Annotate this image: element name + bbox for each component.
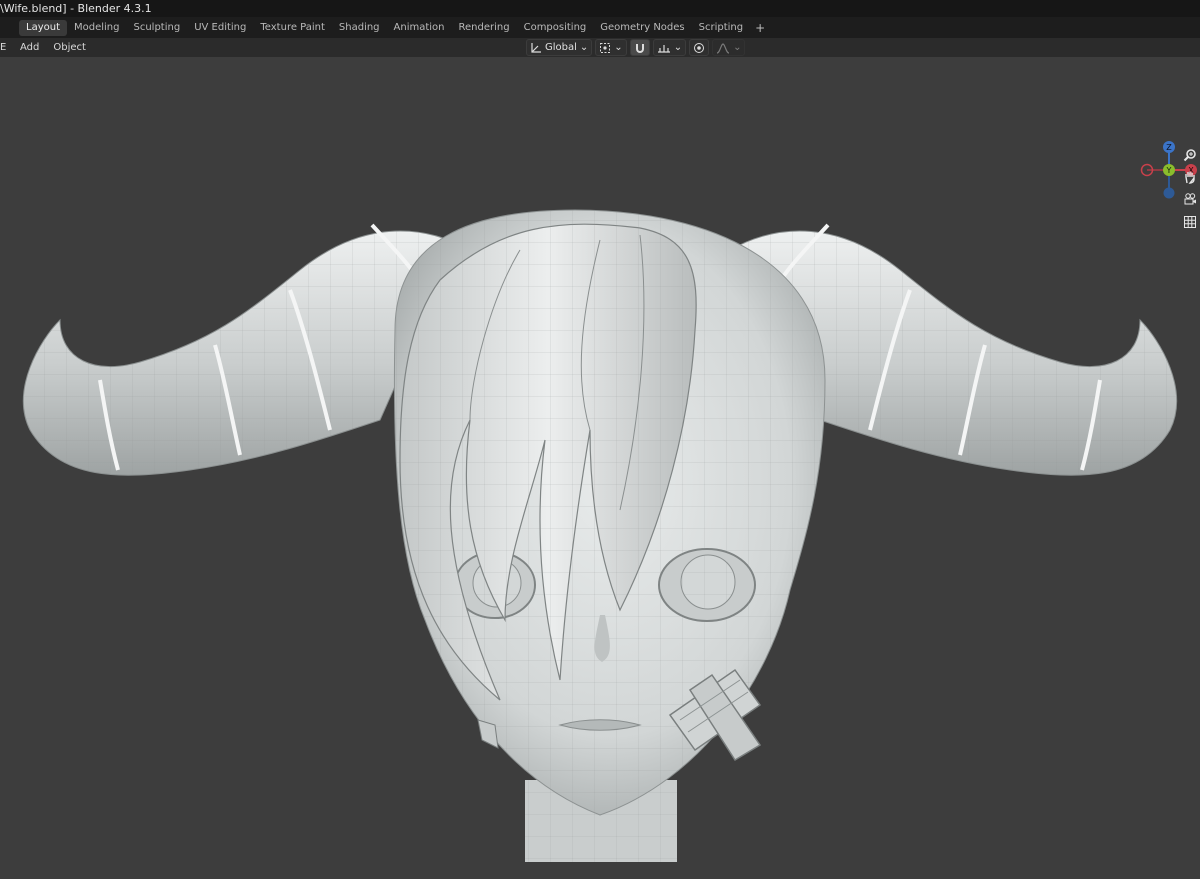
tab-layout[interactable]: Layout <box>19 19 67 36</box>
tab-shading[interactable]: Shading <box>332 20 387 36</box>
transform-pivot-icon <box>600 42 611 53</box>
snap-options-dropdown[interactable]: ⌄ <box>652 39 687 56</box>
tab-texture-paint[interactable]: Texture Paint <box>253 20 332 36</box>
tab-modeling[interactable]: Modeling <box>67 20 127 36</box>
tab-animation[interactable]: Animation <box>387 20 452 36</box>
proportional-edit-icon <box>694 42 705 53</box>
tab-sculpting[interactable]: Sculpting <box>127 20 188 36</box>
gizmo-z-label: Z <box>1166 143 1172 152</box>
gizmo-y-label: Y <box>1166 166 1172 175</box>
grid-icon <box>1184 216 1196 228</box>
add-menu[interactable]: Add <box>13 38 46 57</box>
view-menu[interactable]: E <box>0 38 13 57</box>
chevron-down-icon: ⌄ <box>673 42 683 53</box>
viewport-header: E Add Object Global ⌄ ⌄ ⌄ ⌄ <box>0 38 1200 57</box>
perspective-toggle-button[interactable] <box>1180 212 1200 232</box>
proportional-editing-toggle[interactable] <box>689 39 710 56</box>
tab-uv-editing[interactable]: UV Editing <box>187 20 253 36</box>
camera-icon <box>1184 193 1196 205</box>
pan-button[interactable] <box>1180 167 1200 187</box>
transform-orientation-dropdown[interactable]: Global ⌄ <box>526 39 593 56</box>
zoom-button[interactable] <box>1180 145 1200 165</box>
transform-orientation-icon <box>531 42 541 53</box>
zoom-icon <box>1183 149 1196 162</box>
chevron-down-icon: ⌄ <box>733 42 742 53</box>
object-menu[interactable]: Object <box>46 38 93 57</box>
hand-pan-icon <box>1185 171 1195 184</box>
tab-compositing[interactable]: Compositing <box>517 20 594 36</box>
falloff-curve-icon <box>716 42 730 54</box>
viewport-header-tools: Global ⌄ ⌄ ⌄ ⌄ <box>526 39 746 56</box>
tab-geometry-nodes[interactable]: Geometry Nodes <box>593 20 691 36</box>
transform-orientation-label: Global <box>545 42 577 53</box>
chevron-down-icon: ⌄ <box>579 42 589 53</box>
character-head-mesh <box>22 209 1178 862</box>
3d-viewport[interactable]: Z X Y <box>0 57 1200 879</box>
gizmo-neg-z-axis[interactable] <box>1163 187 1175 199</box>
workspace-tab-bar: Layout Modeling Sculpting UV Editing Tex… <box>0 17 1200 38</box>
pivot-point-dropdown[interactable]: ⌄ <box>595 39 627 56</box>
snap-toggle[interactable] <box>629 39 650 56</box>
snap-icon <box>635 43 644 53</box>
chevron-down-icon: ⌄ <box>614 42 623 53</box>
snap-increment-icon <box>657 44 670 53</box>
tab-scripting[interactable]: Scripting <box>692 20 750 36</box>
right-eye <box>658 548 756 622</box>
window-title: \Wife.blend] - Blender 4.3.1 <box>0 2 152 15</box>
window-titlebar: \Wife.blend] - Blender 4.3.1 <box>0 0 1200 17</box>
camera-view-button[interactable] <box>1180 189 1200 209</box>
add-workspace-button[interactable]: + <box>750 20 770 36</box>
proportional-falloff-dropdown[interactable]: ⌄ <box>712 39 746 56</box>
tab-rendering[interactable]: Rendering <box>452 20 517 36</box>
